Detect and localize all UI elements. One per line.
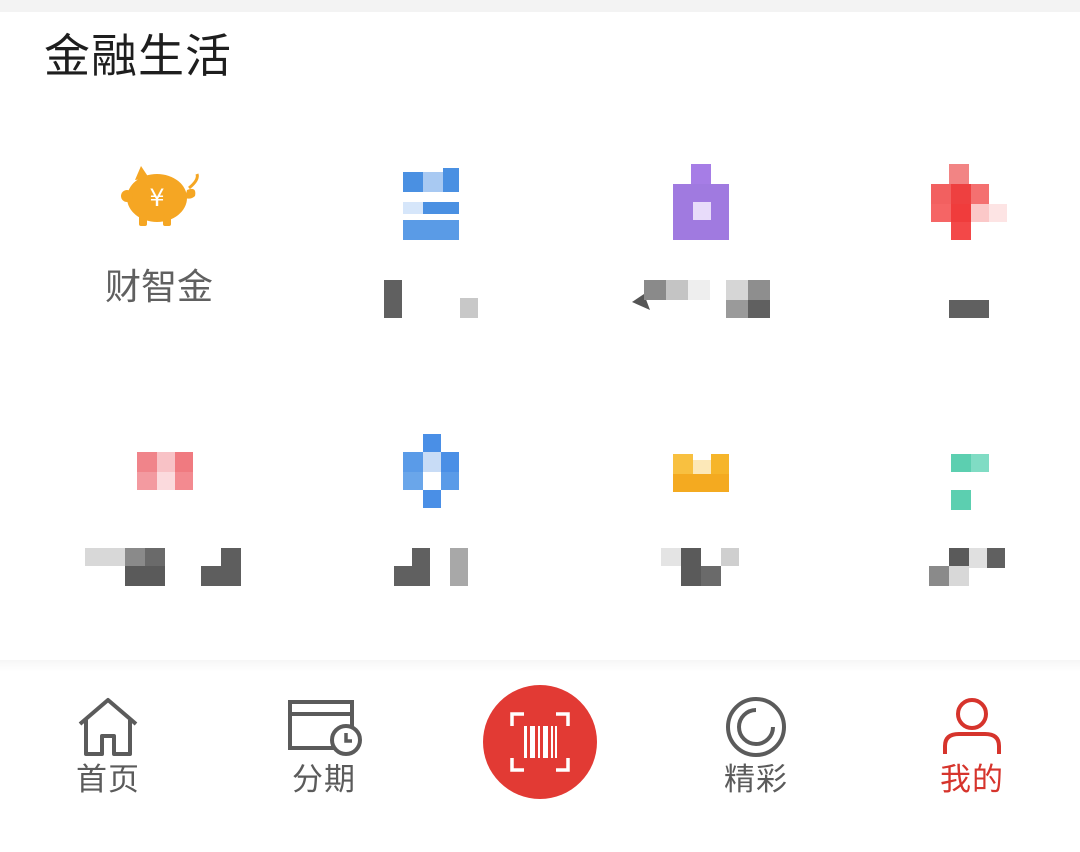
blurred-label bbox=[296, 280, 566, 320]
pixelated-pink-icon bbox=[30, 450, 300, 540]
pixelated-red-icon bbox=[834, 162, 1080, 252]
blurred-label bbox=[834, 548, 1080, 588]
pixelated-blue-icon bbox=[296, 162, 566, 252]
circle-target-icon bbox=[648, 696, 864, 766]
svg-text:¥: ¥ bbox=[149, 184, 164, 212]
tab-installment[interactable]: 分期 bbox=[216, 672, 432, 852]
service-item-caizhijin[interactable]: ¥ 财智金 bbox=[24, 150, 294, 400]
user-icon bbox=[864, 696, 1080, 766]
service-item-4[interactable] bbox=[834, 150, 1080, 400]
tab-label: 精彩 bbox=[724, 762, 788, 798]
service-item-8[interactable] bbox=[834, 420, 1080, 670]
home-icon bbox=[0, 696, 216, 766]
tab-label: 我的 bbox=[940, 762, 1004, 798]
service-item-3[interactable] bbox=[566, 150, 836, 400]
service-label: 财智金 bbox=[104, 267, 213, 308]
barcode-scan-icon bbox=[510, 712, 570, 772]
blurred-label bbox=[566, 548, 836, 588]
card-clock-icon bbox=[216, 696, 432, 766]
pixelated-blue-diamond-icon bbox=[296, 432, 566, 522]
tabbar-divider bbox=[0, 660, 1080, 672]
tab-home[interactable]: 首页 bbox=[0, 672, 216, 852]
pixelated-yellow-icon bbox=[566, 452, 836, 542]
blurred-label bbox=[30, 548, 300, 588]
blurred-label bbox=[834, 298, 1080, 338]
tab-featured[interactable]: 精彩 bbox=[648, 672, 864, 852]
service-grid: ¥ 财智金 bbox=[0, 0, 1080, 660]
tab-label: 首页 bbox=[76, 762, 140, 798]
service-item-7[interactable] bbox=[566, 420, 836, 670]
blurred-label bbox=[566, 280, 836, 320]
service-item-5[interactable] bbox=[30, 420, 300, 670]
tab-label: 分期 bbox=[292, 762, 356, 798]
blurred-label bbox=[296, 548, 566, 588]
service-item-6[interactable] bbox=[296, 420, 566, 670]
pixelated-purple-icon bbox=[566, 162, 836, 252]
piggy-bank-yuan-icon: ¥ bbox=[24, 160, 294, 250]
pixelated-teal-icon bbox=[834, 452, 1080, 542]
scan-button[interactable] bbox=[483, 685, 597, 799]
tab-mine[interactable]: 我的 bbox=[864, 672, 1080, 852]
service-item-2[interactable] bbox=[296, 150, 566, 400]
